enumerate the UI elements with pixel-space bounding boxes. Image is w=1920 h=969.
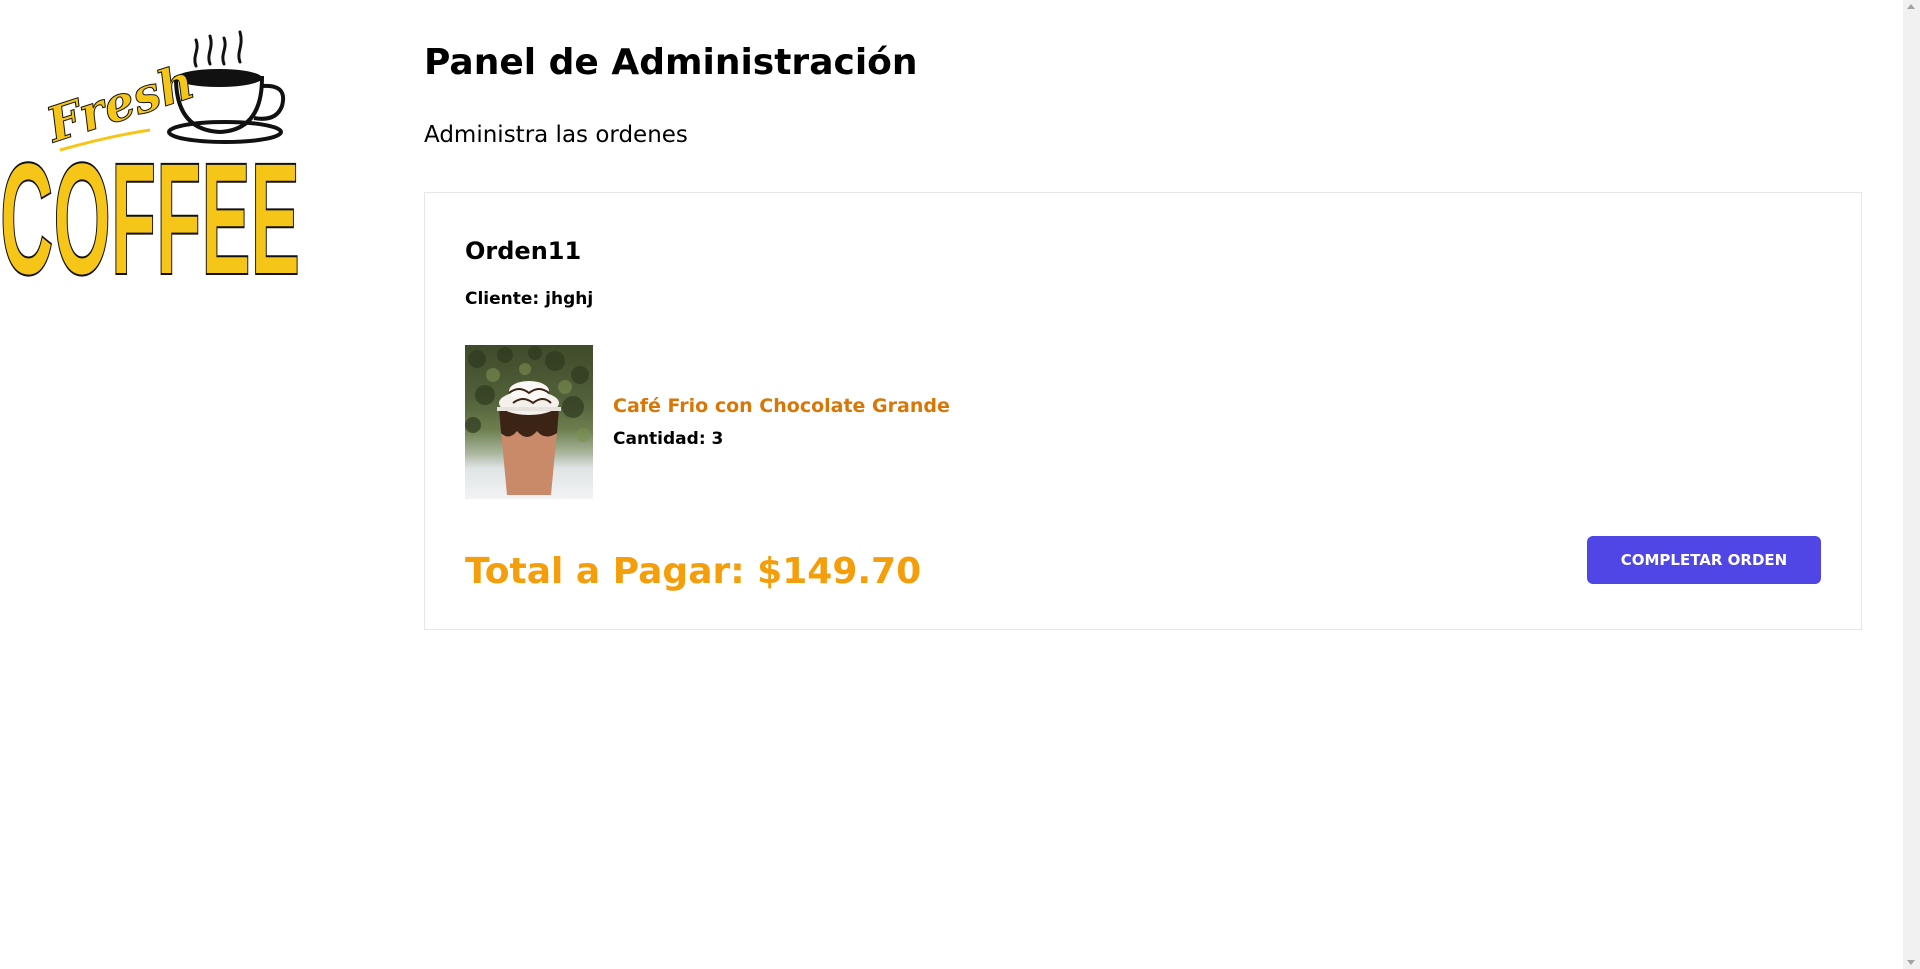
order-title: Orden11 — [465, 237, 582, 265]
order-total: Total a Pagar: $149.70 — [465, 551, 922, 592]
iced-coffee-photo — [465, 345, 593, 499]
vertical-scrollbar[interactable] — [1903, 0, 1920, 969]
app-root: Fresh COFFEE Panel de Administración Adm… — [0, 0, 1920, 969]
order-client: Cliente: jhghj — [465, 289, 593, 309]
complete-order-button[interactable]: Completar Orden — [1587, 536, 1821, 584]
sidebar: Fresh COFFEE — [0, 0, 385, 969]
scroll-up-arrow-icon[interactable] — [1907, 4, 1915, 9]
page-subtitle: Administra las ordenes — [424, 122, 688, 148]
order-item-info: Café Frio con Chocolate Grande Cantidad:… — [613, 395, 950, 449]
page-title: Panel de Administración — [424, 42, 918, 83]
fresh-coffee-logo: Fresh COFFEE — [0, 30, 301, 278]
product-name: Café Frio con Chocolate Grande — [613, 395, 950, 417]
order-item: Café Frio con Chocolate Grande Cantidad:… — [465, 345, 950, 499]
quantity-label: Cantidad: — [613, 429, 706, 449]
logo-coffee-text: COFFEE — [0, 129, 300, 278]
order-card: Orden11 Cliente: jhghj Café Frio con Cho… — [424, 192, 1862, 630]
scroll-down-arrow-icon[interactable] — [1907, 960, 1915, 965]
quantity-value: 3 — [711, 429, 724, 449]
client-name: jhghj — [545, 289, 594, 309]
client-label: Cliente: — [465, 289, 540, 309]
iced-coffee-drawing — [465, 346, 590, 495]
product-quantity: Cantidad: 3 — [613, 429, 950, 449]
